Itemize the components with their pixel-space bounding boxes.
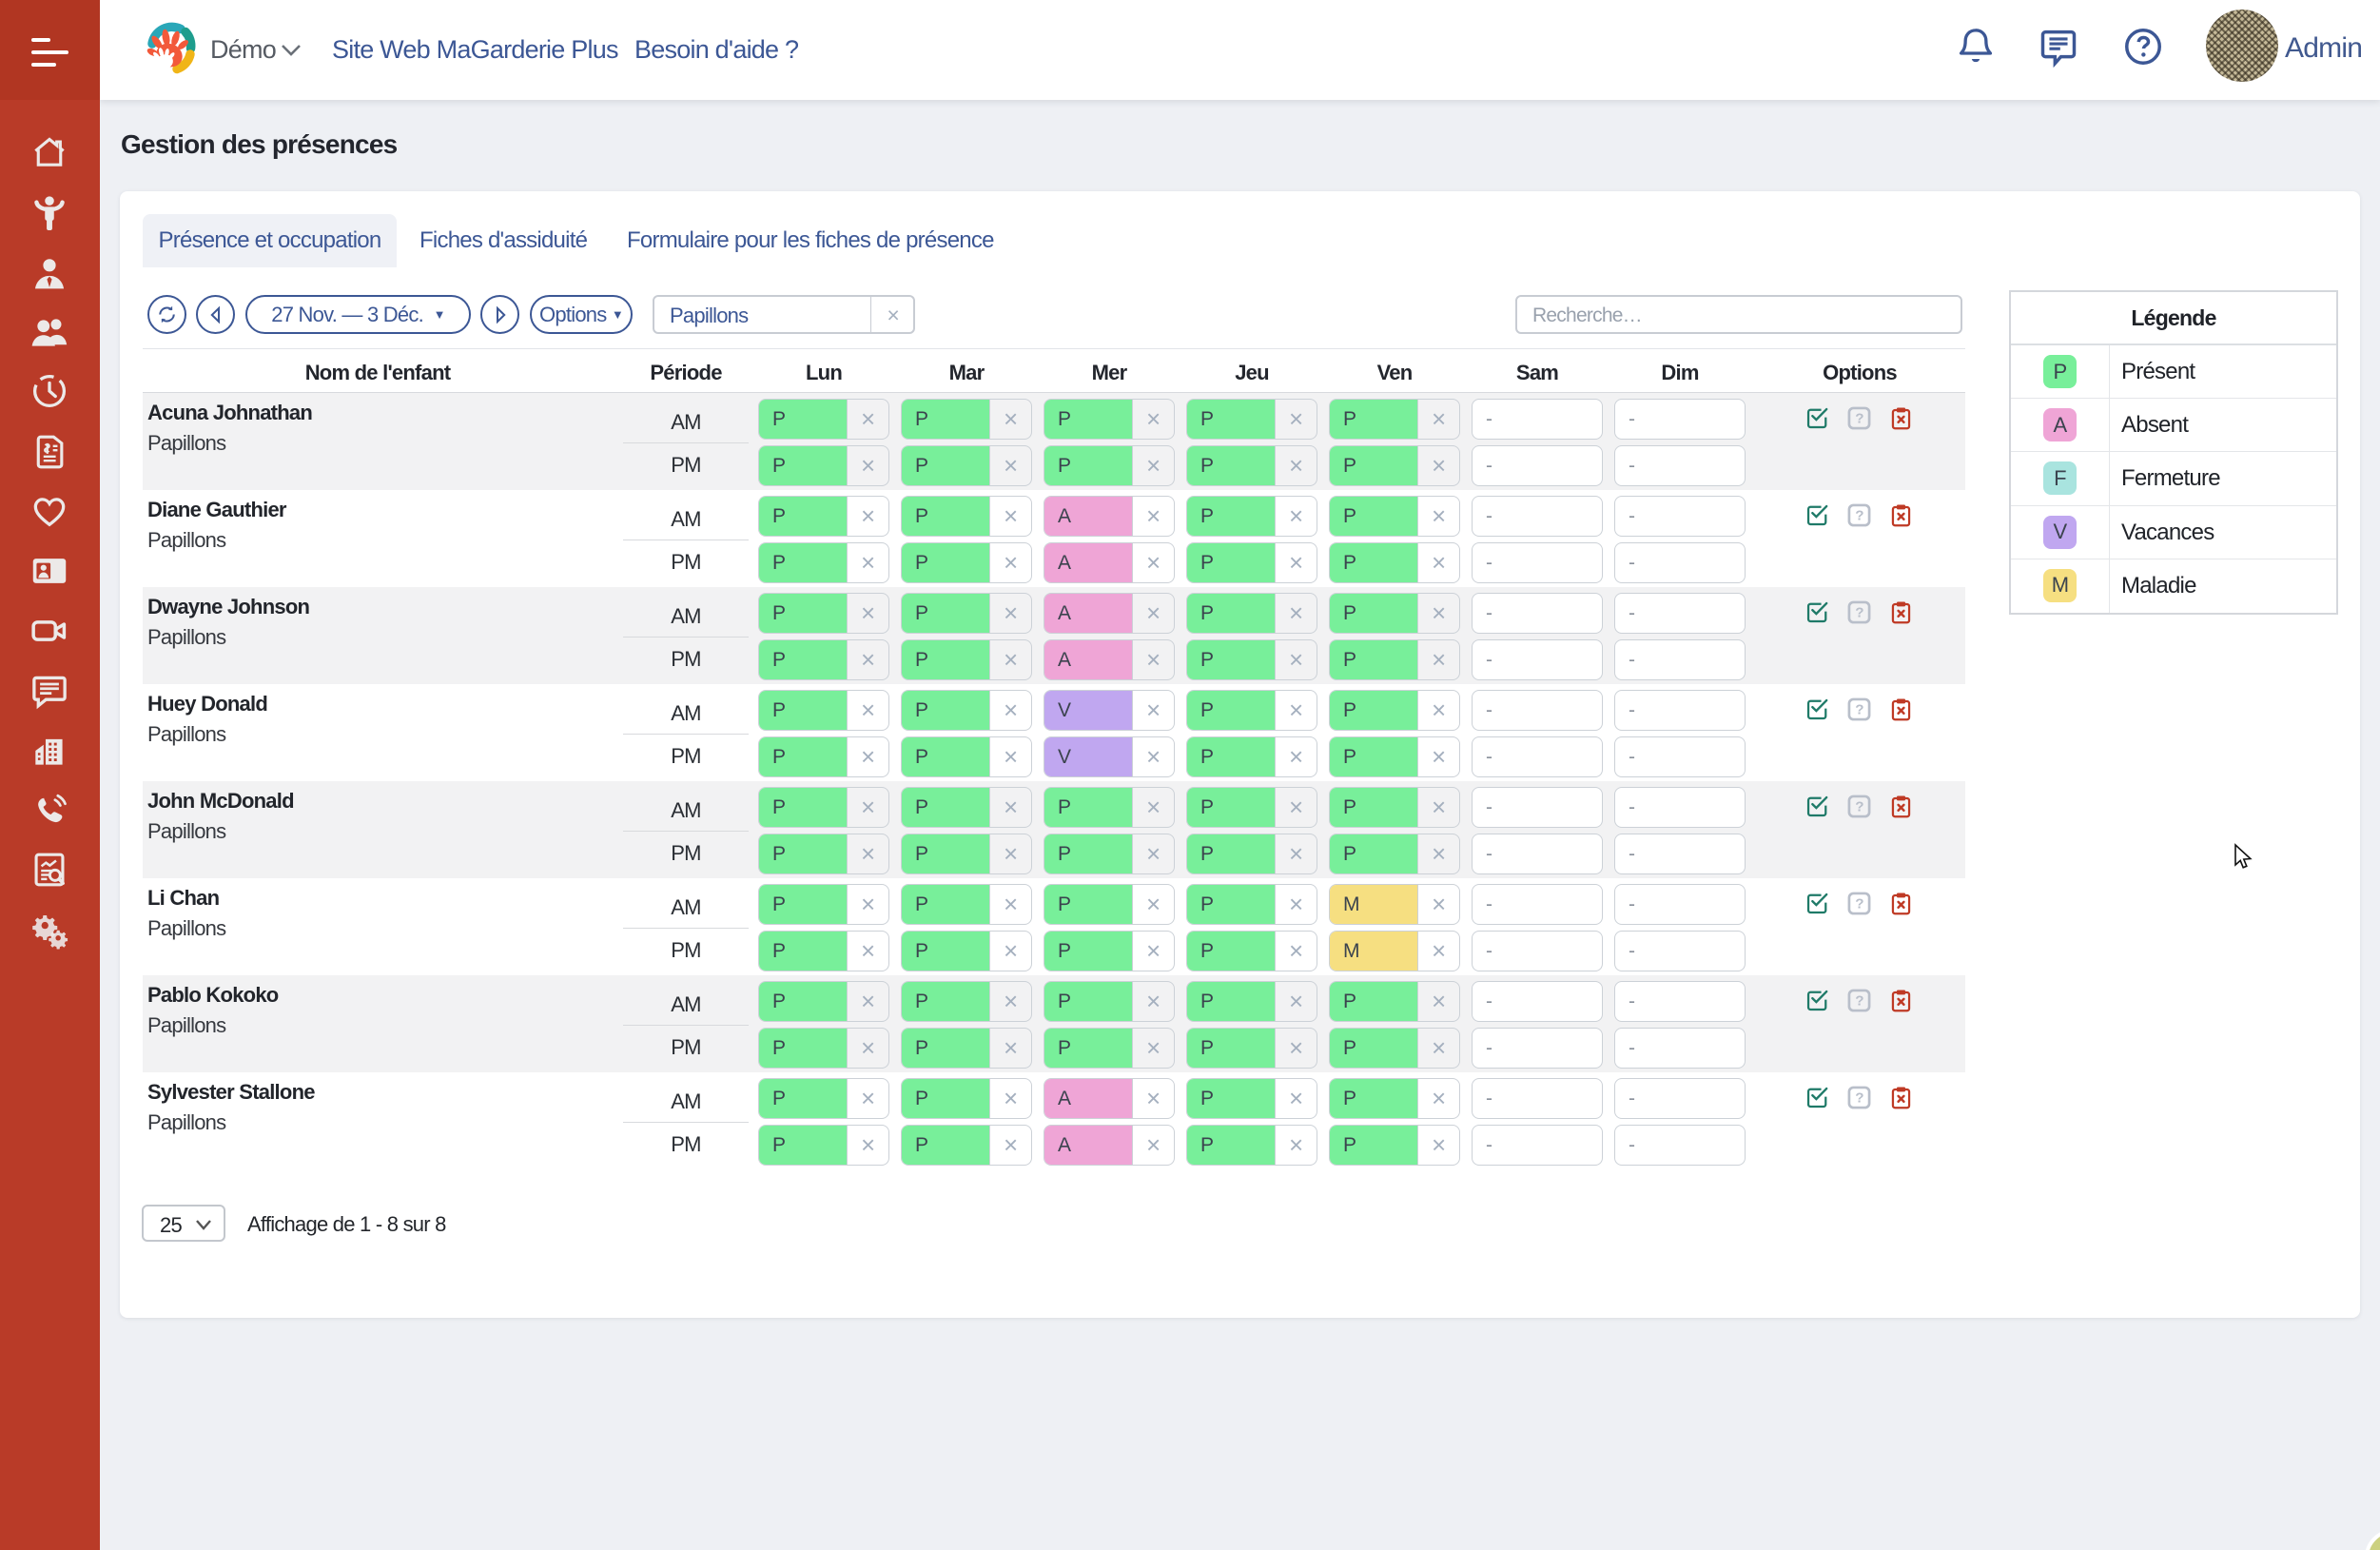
svg-text:?: ? — [1855, 799, 1863, 815]
svg-text:?: ? — [1855, 1090, 1863, 1107]
svg-text:?: ? — [1855, 605, 1863, 621]
svg-text:?: ? — [1855, 993, 1863, 1010]
svg-text:?: ? — [1855, 896, 1863, 912]
svg-text:?: ? — [1855, 508, 1863, 524]
svg-text:?: ? — [1855, 411, 1863, 427]
svg-text:?: ? — [1855, 702, 1863, 718]
